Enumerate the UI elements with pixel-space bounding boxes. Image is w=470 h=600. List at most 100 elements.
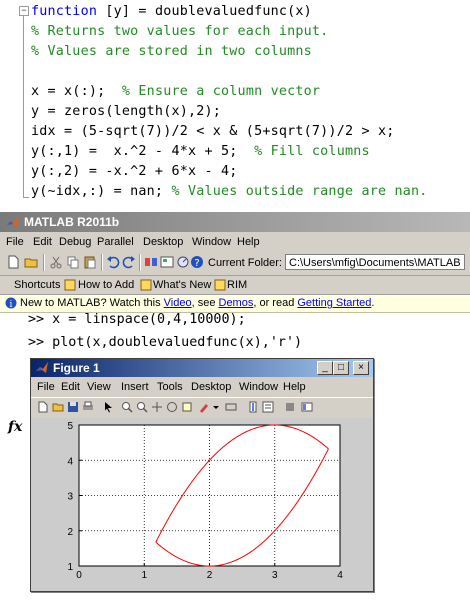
menu-help[interactable]: Help — [237, 236, 260, 248]
figure-titlebar[interactable]: Figure 1 _ □ × — [31, 359, 373, 377]
link-plot-icon[interactable] — [225, 401, 237, 413]
x-tick-label: 0 — [76, 570, 82, 581]
print-icon[interactable] — [82, 401, 94, 413]
open-folder-icon[interactable] — [24, 255, 38, 269]
zoom-out-icon[interactable] — [136, 401, 148, 413]
new-figure-icon[interactable] — [37, 401, 49, 413]
getting-started-link[interactable]: Getting Started — [297, 297, 371, 309]
code-line-4: x = x(:); % Ensure a column vector — [31, 82, 320, 102]
editor-gutter — [0, 0, 20, 212]
command-line-1: >> x = linspace(0,4,10000); — [28, 312, 246, 327]
figure-title: Figure 1 — [53, 361, 100, 375]
insert-colorbar-icon[interactable] — [247, 401, 259, 413]
svg-text:i: i — [10, 300, 13, 309]
help-icon[interactable]: ? — [190, 255, 204, 269]
menu-window[interactable]: Window — [192, 236, 231, 248]
code-comment: % Fill columns — [254, 144, 370, 159]
data-cursor-icon[interactable] — [181, 401, 193, 413]
y-tick-label: 5 — [67, 421, 73, 432]
shortcut-whats-new[interactable]: What's New — [153, 279, 211, 291]
zoom-in-icon[interactable] — [121, 401, 133, 413]
new-to-matlab-message: New to MATLAB? Watch this Video, see Dem… — [20, 297, 375, 309]
menu-edit[interactable]: Edit — [33, 236, 52, 248]
current-folder-label: Current Folder: — [208, 257, 282, 269]
toolbar-separator — [43, 254, 45, 271]
code-text: y(:,1) = x.^2 - 4*x + 5; — [31, 144, 255, 159]
fig-menu-file[interactable]: File — [37, 381, 55, 393]
demos-link[interactable]: Demos — [219, 297, 254, 309]
fx-function-browser-button[interactable]: fx — [8, 419, 22, 435]
menu-desktop[interactable]: Desktop — [143, 236, 183, 248]
open-file-icon[interactable] — [52, 401, 64, 413]
shortcut-how-to-add[interactable]: How to Add — [78, 279, 134, 291]
x-tick-label: 3 — [272, 570, 278, 581]
y-tick-label: 1 — [67, 562, 73, 573]
edit-plot-arrow-icon[interactable] — [103, 401, 115, 413]
matlab-title: MATLAB R2011b — [24, 215, 120, 229]
new-file-icon[interactable] — [6, 255, 20, 269]
menu-parallel[interactable]: Parallel — [97, 236, 134, 248]
code-line-2: % Returns two values for each input. — [31, 24, 329, 39]
code-text: x = x(:); — [31, 84, 122, 99]
code-fold-end — [23, 197, 29, 198]
matlab-logo-icon — [7, 216, 19, 227]
show-plot-tools-icon[interactable] — [301, 401, 313, 413]
copy-icon[interactable] — [66, 255, 80, 269]
save-icon[interactable] — [67, 401, 79, 413]
simulink-icon[interactable] — [144, 255, 158, 269]
close-button[interactable]: × — [353, 361, 369, 375]
whats-new-icon — [140, 279, 152, 291]
menu-file[interactable]: File — [6, 236, 24, 248]
fig-menu-view[interactable]: View — [87, 381, 111, 393]
y-tick-label: 4 — [67, 456, 73, 467]
matlab-logo-icon — [36, 362, 48, 373]
redo-icon[interactable] — [122, 255, 136, 269]
toolbar-separator — [139, 254, 141, 271]
rim-icon — [214, 279, 226, 291]
add-shortcut-icon — [64, 279, 76, 291]
matlab-titlebar[interactable]: MATLAB R2011b — [0, 212, 470, 232]
hide-plot-tools-icon[interactable] — [284, 401, 296, 413]
fig-menu-edit[interactable]: Edit — [61, 381, 80, 393]
chevron-down-icon[interactable] — [210, 401, 222, 413]
code-comment: % Ensure a column vector — [121, 84, 321, 99]
shortcut-rim[interactable]: RIM — [227, 279, 247, 291]
pan-icon[interactable] — [151, 401, 163, 413]
paste-icon[interactable] — [83, 255, 97, 269]
video-link[interactable]: Video — [164, 297, 192, 309]
code-comment: % Values outside range are nan. — [171, 184, 428, 199]
cut-icon[interactable] — [49, 255, 63, 269]
code-line-3: % Values are stored in two columns — [31, 44, 312, 59]
toolbar-separator — [101, 254, 103, 271]
minimize-button[interactable]: _ — [317, 361, 333, 375]
code-line-1: function [y] = doublevaluedfunc(x) — [31, 2, 312, 22]
figure-menubar: File Edit View Insert Tools Desktop Wind… — [31, 378, 373, 396]
code-fold-toggle[interactable]: − — [19, 6, 29, 16]
fig-menu-window[interactable]: Window — [239, 381, 278, 393]
shortcuts-label[interactable]: Shortcuts — [14, 279, 60, 291]
code-text: y(~idx,:) = nan; — [31, 184, 172, 199]
keyword-function: function — [31, 4, 98, 19]
fig-menu-insert[interactable]: Insert — [121, 381, 149, 393]
menu-debug[interactable]: Debug — [59, 236, 91, 248]
profiler-icon[interactable] — [176, 255, 190, 269]
maximize-button[interactable]: □ — [333, 361, 349, 375]
y-tick-label: 2 — [67, 527, 73, 538]
brush-icon[interactable] — [198, 401, 210, 413]
code-line-6: idx = (5-sqrt(7))/2 < x & (5+sqrt(7))/2 … — [31, 124, 395, 139]
code-editor[interactable]: − function [y] = doublevaluedfunc(x) % R… — [0, 0, 470, 212]
guide-icon[interactable] — [160, 255, 174, 269]
fig-menu-help[interactable]: Help — [283, 381, 306, 393]
current-folder-input[interactable]: C:\Users\mfig\Documents\MATLAB — [285, 254, 465, 270]
x-tick-label: 2 — [207, 570, 213, 581]
undo-icon[interactable] — [106, 255, 120, 269]
fig-menu-desktop[interactable]: Desktop — [191, 381, 231, 393]
info-icon: i — [5, 297, 17, 309]
figure-plot-area[interactable]: 0123412345 — [31, 418, 373, 591]
matlab-menubar: File Edit Debug Parallel Desktop Window … — [0, 232, 470, 251]
rotate-3d-icon[interactable] — [166, 401, 178, 413]
insert-legend-icon[interactable] — [262, 401, 274, 413]
line-chart[interactable]: 0 1 2 3 412345 — [31, 418, 373, 591]
x-tick-label: 1 — [141, 570, 147, 581]
fig-menu-tools[interactable]: Tools — [157, 381, 183, 393]
